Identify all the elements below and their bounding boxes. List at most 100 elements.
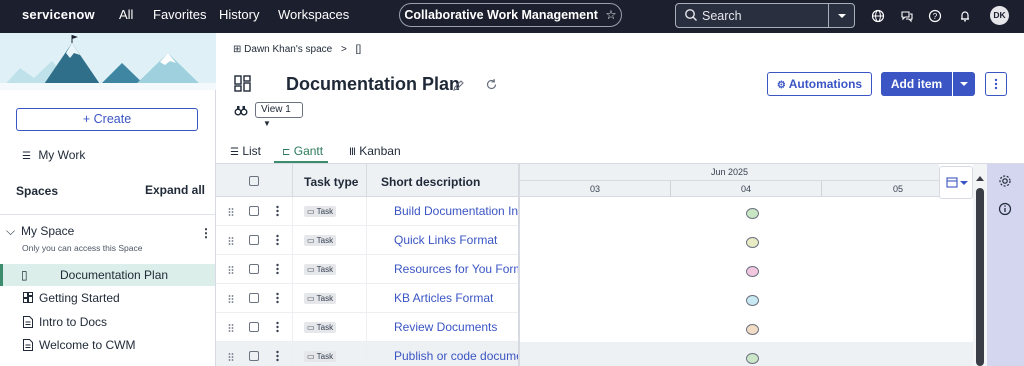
main-content: ⊞ Dawn Khan's space > [] Documentation P… bbox=[216, 33, 1024, 366]
info-icon[interactable] bbox=[998, 202, 1012, 216]
globe-icon[interactable] bbox=[870, 8, 886, 24]
my-work-label: My Work bbox=[38, 148, 86, 162]
create-button[interactable]: + Create bbox=[16, 108, 198, 131]
servicenow-logo[interactable]: servicenow bbox=[22, 7, 95, 22]
gantt-milestone[interactable] bbox=[746, 266, 759, 277]
table-row[interactable]: ▭ Task Quick Links Format bbox=[216, 226, 519, 255]
drag-handle-icon[interactable] bbox=[228, 265, 234, 275]
column-separator bbox=[366, 164, 367, 197]
pencil-icon[interactable] bbox=[452, 79, 465, 92]
grid-header: Task type Short description bbox=[216, 164, 519, 197]
scroll-up-icon[interactable] bbox=[973, 171, 987, 185]
nav-workspaces[interactable]: Workspaces bbox=[278, 7, 349, 22]
gantt-month-header: Jun 2025 bbox=[520, 164, 939, 181]
task-type-label: Task bbox=[316, 294, 334, 303]
more-vertical-icon[interactable] bbox=[276, 321, 279, 333]
row-checkbox[interactable] bbox=[249, 351, 259, 361]
more-vertical-icon[interactable] bbox=[276, 350, 279, 362]
nav-favorites[interactable]: Favorites bbox=[153, 7, 206, 22]
row-checkbox[interactable] bbox=[249, 264, 259, 274]
view-select[interactable]: View 1 ▼ bbox=[255, 102, 303, 128]
table-row[interactable]: ▭ Task KB Articles Format bbox=[216, 284, 519, 313]
refresh-icon[interactable] bbox=[485, 78, 498, 91]
workspace-context-pill[interactable]: Collaborative Work Management ☆ bbox=[399, 3, 622, 27]
tab-gantt[interactable]: ⊏ Gantt bbox=[282, 144, 323, 158]
my-work-link[interactable]: ☰ My Work bbox=[22, 148, 85, 162]
task-short-description[interactable]: KB Articles Format bbox=[394, 291, 519, 305]
gantt-milestone[interactable] bbox=[746, 237, 759, 248]
row-checkbox[interactable] bbox=[249, 235, 259, 245]
user-avatar[interactable]: DK bbox=[990, 6, 1009, 25]
row-checkbox[interactable] bbox=[249, 206, 259, 216]
tab-list[interactable]: ☰ List bbox=[230, 144, 261, 158]
scrollbar-thumb[interactable] bbox=[976, 188, 984, 366]
add-item-dropdown[interactable] bbox=[953, 72, 975, 96]
row-checkbox[interactable] bbox=[249, 293, 259, 303]
gear-icon[interactable] bbox=[998, 174, 1012, 188]
row-checkbox[interactable] bbox=[249, 322, 259, 332]
page-icon bbox=[23, 339, 33, 351]
task-short-description[interactable]: Build Documentation Inventory bbox=[394, 204, 519, 218]
task-short-description[interactable]: Review Documents bbox=[394, 320, 519, 334]
chevron-down-icon[interactable]: ⌵ bbox=[6, 224, 15, 239]
star-icon[interactable]: ☆ bbox=[605, 8, 616, 22]
more-vertical-icon bbox=[994, 78, 998, 90]
sidebar-item-getting-started[interactable]: Getting Started bbox=[39, 291, 120, 305]
sidebar: + Create ☰ My Work Spaces Expand all ⌵ M… bbox=[0, 33, 216, 366]
caret-down-icon: ▼ bbox=[263, 119, 271, 128]
tab-kanban[interactable]: Ⅲ Kanban bbox=[349, 144, 401, 158]
search-scope-dropdown[interactable] bbox=[828, 4, 854, 27]
sidebar-item-welcome-to-cwm[interactable]: Welcome to CWM bbox=[39, 338, 135, 352]
more-vertical-icon[interactable] bbox=[276, 205, 279, 217]
drag-handle-icon[interactable] bbox=[228, 294, 234, 304]
more-vertical-icon[interactable] bbox=[276, 234, 279, 246]
breadcrumb-space-link[interactable]: Dawn Khan's space bbox=[244, 44, 332, 55]
gantt-milestone[interactable] bbox=[746, 324, 759, 335]
expand-all-button[interactable]: Expand all bbox=[145, 183, 205, 197]
plus-icon: + bbox=[82, 112, 94, 126]
sidebar-item-intro-to-docs[interactable]: Intro to Docs bbox=[39, 315, 107, 329]
task-type-label: Task bbox=[316, 236, 334, 245]
task-short-description[interactable]: Quick Links Format bbox=[394, 233, 519, 247]
table-row[interactable]: ▭ Task Publish or code documents bbox=[216, 342, 519, 366]
task-short-description[interactable]: Resources for You Format bbox=[394, 262, 519, 276]
help-icon[interactable]: ? bbox=[927, 8, 943, 24]
gantt-icon: ⊏ bbox=[282, 147, 291, 158]
sidebar-item-documentation-plan[interactable]: Documentation Plan bbox=[60, 268, 168, 282]
more-vertical-icon[interactable] bbox=[276, 263, 279, 275]
gantt-milestone[interactable] bbox=[746, 295, 759, 306]
add-item-button[interactable]: Add item bbox=[881, 72, 952, 96]
drag-handle-icon[interactable] bbox=[228, 323, 234, 333]
grid-gantt-splitter[interactable] bbox=[518, 164, 520, 366]
more-vertical-icon[interactable] bbox=[276, 292, 279, 304]
task-short-description[interactable]: Publish or code documents bbox=[394, 349, 519, 363]
bell-icon[interactable] bbox=[957, 8, 973, 24]
gantt-day-label: 04 bbox=[741, 184, 752, 194]
column-header-task-type[interactable]: Task type bbox=[304, 175, 358, 189]
table-row[interactable]: ▭ Task Review Documents bbox=[216, 313, 519, 342]
drag-handle-icon[interactable] bbox=[228, 352, 234, 362]
column-header-short-description[interactable]: Short description bbox=[381, 175, 480, 189]
select-all-checkbox[interactable] bbox=[249, 176, 259, 186]
chat-icon[interactable] bbox=[899, 8, 915, 24]
more-options-button[interactable] bbox=[985, 72, 1007, 96]
my-space-title[interactable]: My Space bbox=[21, 224, 74, 238]
gantt-day-label: 05 bbox=[893, 184, 904, 194]
nav-all[interactable]: All bbox=[119, 7, 133, 22]
gantt-milestone[interactable] bbox=[746, 353, 759, 364]
automations-button[interactable]: ⚙ Automations bbox=[767, 72, 872, 96]
space-more-icon[interactable]: ⋮ bbox=[200, 226, 212, 240]
drag-handle-icon[interactable] bbox=[228, 207, 234, 217]
page-icon bbox=[23, 316, 33, 328]
table-row[interactable]: ▭ Task Build Documentation Inventory bbox=[216, 197, 519, 226]
gantt-milestone[interactable] bbox=[746, 208, 759, 219]
global-search[interactable]: Search bbox=[675, 3, 855, 28]
binoculars-icon[interactable] bbox=[234, 103, 248, 117]
gantt-date-range-button[interactable] bbox=[939, 166, 973, 199]
table-row[interactable]: ▭ Task Resources for You Format bbox=[216, 255, 519, 284]
nav-history[interactable]: History bbox=[219, 7, 259, 22]
search-icon bbox=[685, 9, 697, 21]
day-separator bbox=[821, 181, 822, 197]
drag-handle-icon[interactable] bbox=[228, 236, 234, 246]
chevron-down-icon bbox=[838, 14, 846, 18]
